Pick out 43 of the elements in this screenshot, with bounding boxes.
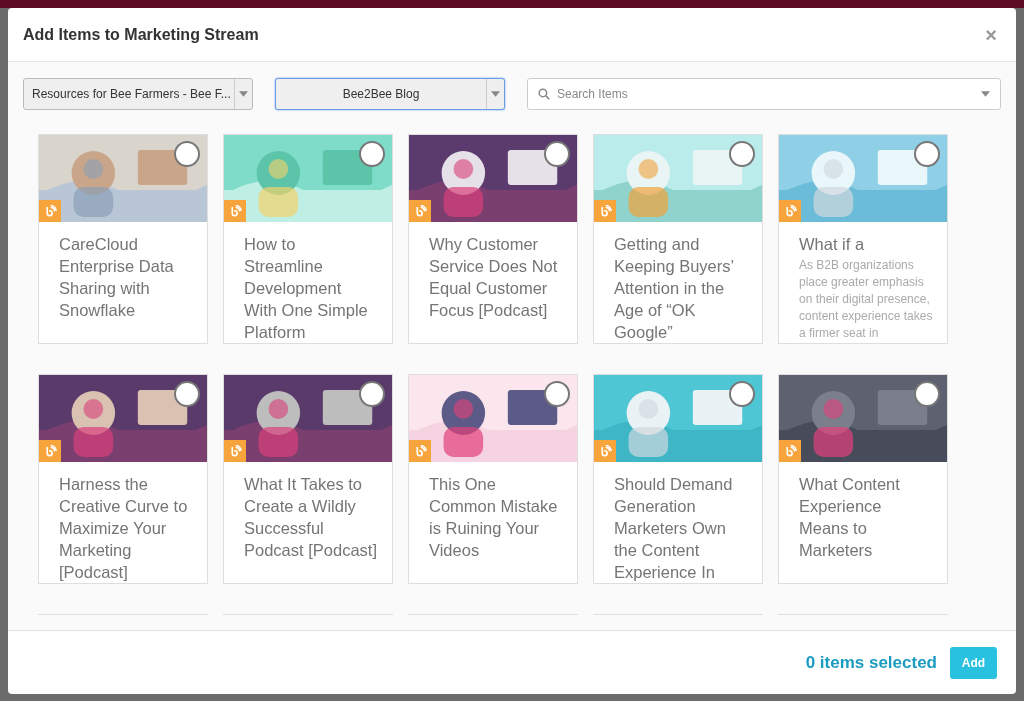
caret-icon bbox=[491, 91, 500, 97]
content-card[interactable]: What Content Experience Means to Marketers bbox=[778, 374, 948, 584]
content-card[interactable]: What It Takes to Create a Wildly Successful Podcast [Podcast] bbox=[223, 374, 393, 584]
rss-badge-icon bbox=[779, 200, 801, 222]
close-button[interactable]: × bbox=[981, 24, 1001, 45]
stream-select[interactable]: Bee2Bee Blog bbox=[275, 78, 505, 110]
rss-badge-icon bbox=[224, 440, 246, 462]
stream-select-value: Bee2Bee Blog bbox=[341, 86, 421, 103]
rss-badge-icon bbox=[224, 200, 246, 222]
content-card[interactable]: Why Customer Service Does Not Equal Customer Focus [Podcast] bbox=[408, 134, 578, 344]
content-card[interactable]: Getting and Keeping Buyers’ Attention in the Age of “OK Google” bbox=[593, 134, 763, 344]
rss-badge-icon bbox=[409, 200, 431, 222]
content-card[interactable]: CareCloud Enterprise Data Sharing with Snowflake bbox=[38, 134, 208, 344]
rss-badge-icon bbox=[39, 440, 61, 462]
rss-badge-icon bbox=[594, 200, 616, 222]
card-title: CareCloud Enterprise Data Sharing with Snowflake bbox=[59, 234, 175, 321]
card-title: Getting and Keeping Buyers’ Attention in the Age of “OK Google” bbox=[614, 234, 735, 343]
card-title: What if a bbox=[799, 234, 866, 255]
card-title: Harness the Creative Curve to Maximize Your Marketing [Podcast] bbox=[59, 474, 189, 583]
card-title: What It Takes to Create a Wildly Successful Podcast [Podcast] bbox=[244, 474, 378, 561]
content-card[interactable]: Should Demand Generation Marketers Own the Content Experience In bbox=[593, 374, 763, 584]
rss-badge-icon bbox=[409, 440, 431, 462]
card-title: Should Demand Generation Marketers Own the Content Experience In bbox=[614, 474, 734, 583]
rss-badge-icon bbox=[594, 440, 616, 462]
hub-select[interactable]: Resources for Bee Farmers - Bee F... bbox=[23, 78, 253, 110]
card-title: What Content Experience Means to Marketers bbox=[799, 474, 901, 561]
rss-badge-icon bbox=[39, 200, 61, 222]
rss-badge-icon bbox=[779, 440, 801, 462]
content-card[interactable]: This One Common Mistake is Ruining Your Videos bbox=[408, 374, 578, 584]
caret-icon bbox=[981, 91, 990, 97]
card-title: How to Streamline Development With One Simple Platform bbox=[244, 234, 369, 343]
caret-icon bbox=[239, 91, 248, 97]
hub-select-value: Resources for Bee Farmers - Bee F... bbox=[31, 86, 232, 103]
card-title: This One Common Mistake is Ruining Your Videos bbox=[429, 474, 559, 561]
content-card[interactable]: What if a As B2B organizations place greater emphasis on their digital presence, content experience takes a firmer seat in bbox=[778, 134, 948, 344]
search-icon bbox=[538, 88, 550, 100]
selection-count: 0 items selected bbox=[805, 651, 937, 674]
content-card[interactable]: Harness the Creative Curve to Maximize Your Marketing [Podcast] bbox=[38, 374, 208, 584]
search-field[interactable]: Search Items bbox=[527, 78, 1001, 110]
dialog-title: Add Items to Marketing Stream bbox=[23, 24, 259, 45]
card-description: As B2B organizations place greater emphasis on their digital presence, content experience takes a firmer seat in bbox=[799, 257, 933, 342]
content-card[interactable]: How to Streamline Development With One Simple Platform bbox=[223, 134, 393, 344]
card-title: Why Customer Service Does Not Equal Customer Focus [Podcast] bbox=[429, 234, 559, 321]
